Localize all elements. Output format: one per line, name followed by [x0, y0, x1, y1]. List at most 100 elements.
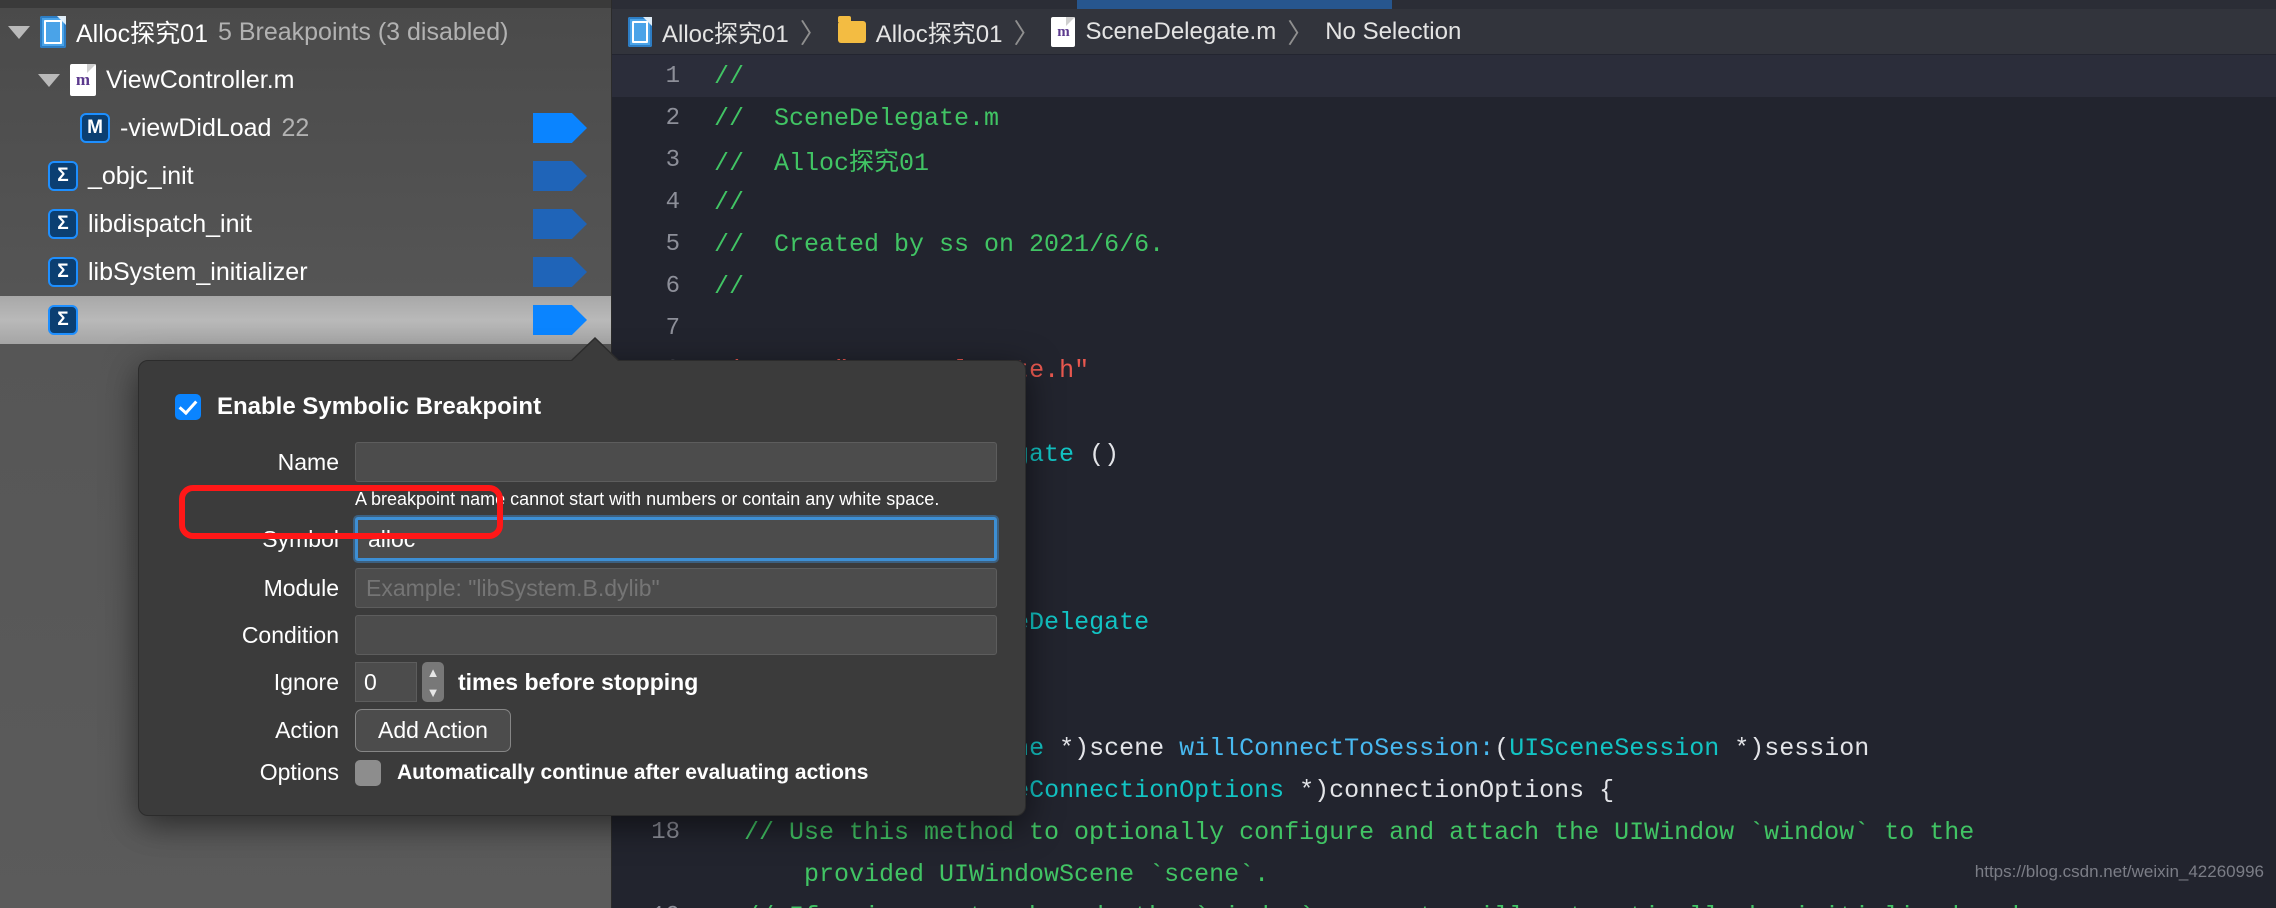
code-text[interactable]: // Created by ss on 2021/6/6.	[698, 230, 2276, 259]
code-token: //	[714, 271, 745, 301]
line-number[interactable]: 4	[612, 189, 698, 216]
breakpoint-toggle-pill[interactable]	[533, 257, 587, 287]
condition-input[interactable]	[355, 615, 997, 655]
breadcrumb-item[interactable]: Alloc探究01	[628, 14, 789, 49]
project-icon	[628, 16, 652, 47]
disclosure-triangle-icon[interactable]	[38, 73, 60, 87]
symbol-row: Symbol	[139, 517, 1025, 561]
auto-continue-checkbox[interactable]	[355, 759, 381, 786]
code-token: ()	[1074, 439, 1120, 469]
add-action-button[interactable]: Add Action	[355, 709, 511, 752]
code-token: provided UIWindowScene `scene`.	[714, 859, 1270, 889]
breakpoint-label: _objc_init	[88, 161, 194, 190]
breakpoint-label: ViewController.m	[106, 65, 295, 94]
breakpoint-row[interactable]: Σ	[0, 296, 611, 344]
breakpoint-toggle-pill[interactable]	[533, 113, 587, 143]
breakpoint-label: -viewDidLoad	[120, 113, 272, 142]
code-line: 6 //	[612, 265, 2276, 307]
code-line: 3 // Alloc探究01	[612, 139, 2276, 181]
folder-icon	[837, 15, 866, 43]
symbolic-breakpoint-popover: Enable Symbolic Breakpoint Name A breakp…	[138, 339, 1026, 816]
breakpoint-row[interactable]: Σ _objc_init	[0, 152, 611, 200]
condition-label: Condition	[241, 621, 339, 648]
line-number[interactable]: 5	[612, 231, 698, 258]
breadcrumb-item[interactable]: No Selection	[1325, 18, 1461, 46]
line-number[interactable]: 18	[612, 819, 698, 846]
breadcrumb-item[interactable]: Alloc探究01	[837, 14, 1003, 49]
breakpoint-row[interactable]: M -viewDidLoad 22	[0, 104, 611, 152]
enable-breakpoint-checkbox[interactable]	[175, 394, 201, 420]
code-text[interactable]: //	[698, 62, 2276, 91]
navigator-top-strip	[0, 0, 611, 8]
stepper-down-icon[interactable]: ▼	[427, 686, 440, 699]
breakpoint-secondary-label: 22	[281, 113, 310, 142]
line-number[interactable]: 1	[612, 63, 698, 90]
action-row: Action Add Action	[139, 709, 1025, 752]
breakpoint-row[interactable]: Σlibdispatch_init	[0, 200, 611, 248]
code-line: 1 //	[612, 55, 2276, 97]
breakpoint-row[interactable]: Alloc探究01 5 Breakpoints (3 disabled)	[0, 8, 611, 56]
line-number[interactable]: 7	[612, 315, 698, 342]
stepper-up-icon[interactable]: ▲	[427, 666, 440, 679]
breadcrumb[interactable]: Alloc探究01 〉 Alloc探究01 〉 m SceneDelegate.m 〉 No …	[612, 9, 2276, 55]
popover-title: Enable Symbolic Breakpoint	[217, 393, 542, 420]
condition-row: Condition	[139, 615, 1025, 655]
symbol-input[interactable]	[355, 517, 997, 561]
module-row: Module	[139, 568, 1025, 608]
tab-strip[interactable]	[612, 0, 2276, 9]
code-token: *)connectionOptions {	[1284, 775, 1615, 805]
options-label: Options	[259, 759, 339, 785]
breakpoint-label: Alloc探究01	[76, 20, 208, 48]
action-label: Action	[275, 717, 339, 743]
ignore-stepper[interactable]: ▲ ▼	[422, 662, 444, 702]
breakpoint-row[interactable]: ΣlibSystem_initializer	[0, 248, 611, 296]
module-input[interactable]	[355, 568, 997, 608]
breadcrumb-separator-icon: 〉	[799, 19, 827, 49]
breadcrumb-item[interactable]: m SceneDelegate.m	[1051, 16, 1277, 47]
code-text[interactable]: // SceneDelegate.m	[698, 104, 2276, 133]
breadcrumb-label: No Selection	[1325, 17, 1462, 45]
code-text[interactable]: //	[698, 188, 2276, 217]
breadcrumb-label: Alloc探究01	[875, 21, 1003, 48]
popover-arrow	[571, 339, 619, 362]
ignore-input[interactable]	[355, 662, 417, 702]
line-number[interactable]: 6	[612, 273, 698, 300]
line-number[interactable]: 3	[612, 147, 698, 174]
code-text[interactable]: // Use this method to optionally configu…	[698, 818, 2276, 847]
code-line: 18 // Use this method to optionally conf…	[612, 811, 2276, 853]
name-hint: A breakpoint name cannot start with numb…	[355, 489, 940, 509]
code-text[interactable]: // Alloc探究01	[698, 142, 2276, 178]
code-text[interactable]: //	[698, 272, 2276, 301]
code-token: // Use this method to optionally configu…	[714, 817, 1975, 847]
m-file-icon: m	[70, 64, 96, 96]
breakpoint-row[interactable]: m ViewController.m	[0, 56, 611, 104]
name-row: Name	[139, 442, 1025, 482]
breakpoint-toggle-pill[interactable]	[533, 305, 587, 335]
disclosure-triangle-icon[interactable]	[8, 25, 30, 39]
breadcrumb-label: SceneDelegate.m	[1085, 17, 1277, 45]
line-number[interactable]: 19	[612, 903, 698, 908]
xcode-window: Alloc探究01 5 Breakpoints (3 disabled) m View…	[0, 0, 2276, 908]
name-input[interactable]	[355, 442, 997, 482]
auto-continue-label: Automatically continue after evaluating …	[397, 760, 869, 784]
popover-header: Enable Symbolic Breakpoint	[139, 379, 1025, 435]
method-icon: M	[80, 113, 110, 143]
symbolic-icon: Σ	[48, 305, 78, 335]
code-token: *)scene	[1044, 733, 1180, 763]
line-number[interactable]: 2	[612, 105, 698, 132]
breakpoint-toggle-pill[interactable]	[533, 161, 587, 191]
options-row: Options Automatically continue after eva…	[139, 759, 1025, 786]
code-token: // Created by ss on 2021/6/6.	[714, 229, 1165, 259]
symbolic-icon: Σ	[48, 257, 78, 287]
code-line: 4 //	[612, 181, 2276, 223]
breakpoint-toggle-pill[interactable]	[533, 209, 587, 239]
ignore-label: Ignore	[273, 668, 339, 695]
code-token: *)session	[1719, 733, 1870, 763]
module-label: Module	[263, 574, 339, 601]
code-token: //	[714, 187, 745, 217]
m-file-icon: m	[1051, 16, 1076, 47]
code-text[interactable]: // If using a storyboard, the `window` p…	[698, 902, 2276, 908]
breakpoint-label: libdispatch_init	[88, 209, 252, 238]
breadcrumb-separator-icon: 〉	[1287, 19, 1315, 49]
symbolic-icon: Σ	[48, 161, 78, 191]
